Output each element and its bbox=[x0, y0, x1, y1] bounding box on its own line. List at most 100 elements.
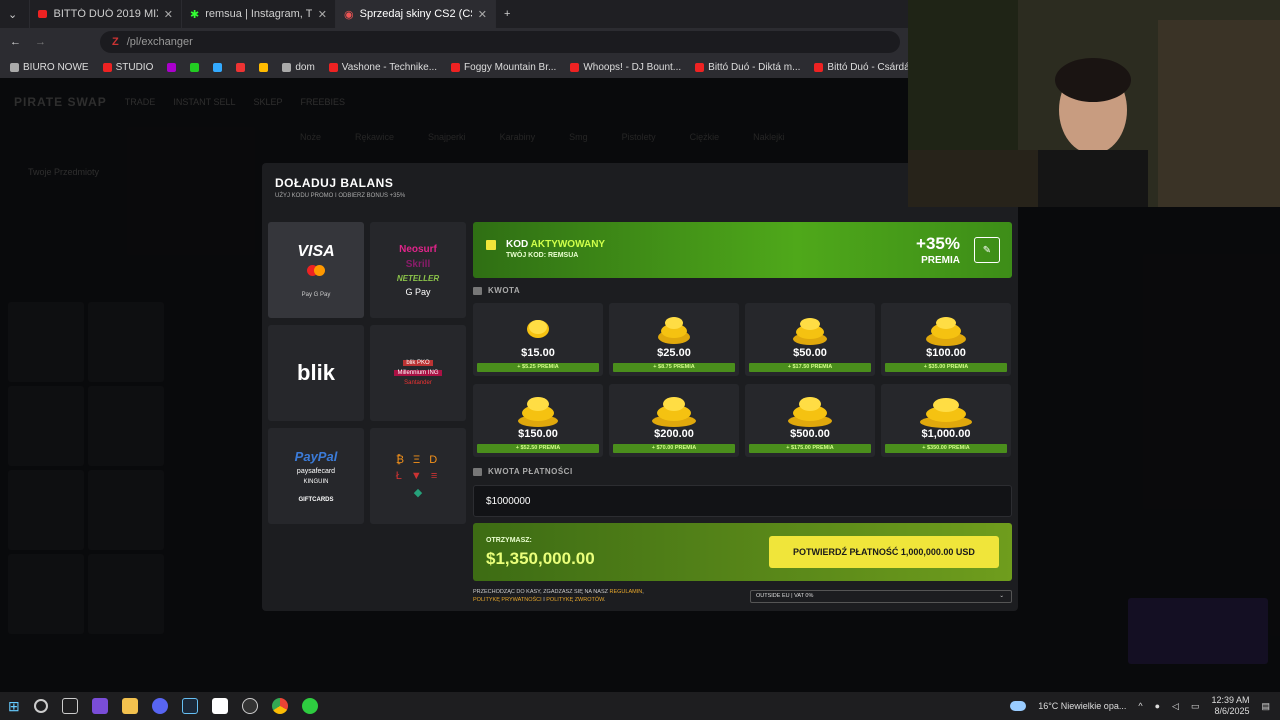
bookmark[interactable]: STUDIO bbox=[102, 62, 153, 73]
neteller-logo: NETELLER bbox=[396, 273, 440, 283]
mastercard-icon bbox=[307, 264, 325, 276]
legal-text: PRZECHODZĄC DO KASY, ZGADZASZ SIĘ NA NAS… bbox=[473, 589, 644, 603]
calendar-icon[interactable] bbox=[211, 698, 228, 714]
url-field[interactable]: Z/pl/exchanger bbox=[100, 31, 900, 53]
amount-bonus: + $350.00 PREMIA bbox=[885, 444, 1007, 453]
neosurf-logo: Neosurf bbox=[399, 243, 437, 255]
paysafecard-logo: paysafecard bbox=[296, 468, 336, 475]
app-icon[interactable] bbox=[301, 698, 318, 714]
start-icon[interactable]: ⊞ bbox=[8, 698, 20, 715]
network-icon[interactable]: ▭ bbox=[1191, 701, 1200, 712]
tab-list-button[interactable]: ⌄ bbox=[0, 0, 30, 28]
bookmark-icon[interactable] bbox=[236, 62, 246, 72]
tab-exchanger[interactable]: ◉ Sprzedaj skiny CS2 (CS:GO) | N ✕ bbox=[336, 0, 496, 28]
bookmark-icon[interactable] bbox=[259, 62, 269, 72]
tab-title: remsua | Instagram, TikTok, Twi bbox=[205, 8, 312, 20]
amount-option[interactable]: $100.00 + $35.00 PREMIA bbox=[881, 303, 1011, 376]
tab-linktree[interactable]: ✱ remsua | Instagram, TikTok, Twi ✕ bbox=[182, 0, 336, 28]
gpay-logo: G Pay bbox=[405, 286, 431, 297]
amount-option[interactable]: $25.00 + $8.75 PREMIA bbox=[609, 303, 739, 376]
payment-amount-section-title: KWOTA PŁATNOŚCI bbox=[473, 467, 573, 476]
payment-amount-input[interactable]: $1000000 bbox=[473, 485, 1012, 517]
coins-icon bbox=[793, 318, 827, 345]
payment-method-blik[interactable]: blik bbox=[268, 325, 364, 421]
chevron-up-icon[interactable]: ^ bbox=[1138, 701, 1142, 711]
blik-logo: blik bbox=[297, 360, 335, 385]
linktree-icon: ✱ bbox=[190, 8, 200, 21]
coins-icon bbox=[518, 397, 558, 427]
back-icon[interactable]: ← bbox=[10, 36, 21, 48]
chevron-down-icon: ⌄ bbox=[999, 593, 1004, 599]
payment-method-neosurf[interactable]: Neosurf Skrill NETELLER G Pay bbox=[370, 222, 466, 318]
discord-icon[interactable] bbox=[151, 698, 168, 714]
chrome-icon[interactable] bbox=[271, 698, 288, 714]
amount-option[interactable]: $200.00 + $70.00 PREMIA bbox=[609, 384, 739, 457]
weather-text[interactable]: 16°C Niewielkie opa... bbox=[1038, 701, 1126, 711]
terms-link[interactable]: REGULAMIN bbox=[610, 589, 643, 595]
edit-code-icon[interactable]: ✎ bbox=[974, 237, 1000, 263]
clock[interactable]: 12:39 AM 8/6/2025 bbox=[1211, 695, 1249, 717]
payment-method-banks[interactable]: blik PKO Millennium ING Santander bbox=[370, 325, 466, 421]
amount-option[interactable]: $15.00 + $5.25 PREMIA bbox=[473, 303, 603, 376]
amount-bonus: + $5.25 PREMIA bbox=[477, 363, 599, 372]
amount-value: $15.00 bbox=[521, 347, 555, 359]
bookmark[interactable]: Whoops! - DJ Bount... bbox=[570, 62, 681, 73]
youtube-icon bbox=[38, 10, 48, 18]
coins-icon bbox=[788, 397, 832, 427]
refund-link[interactable]: POLITYKĘ ZWROTÓW bbox=[546, 597, 604, 603]
paypal-logo: PayPal bbox=[294, 449, 338, 464]
bookmark-icon[interactable] bbox=[213, 62, 223, 72]
amount-option[interactable]: $150.00 + $52.50 PREMIA bbox=[473, 384, 603, 457]
close-icon[interactable]: ✕ bbox=[164, 8, 173, 21]
amount-value: $1,000.00 bbox=[921, 428, 971, 440]
forward-icon[interactable]: → bbox=[35, 36, 46, 48]
amount-bonus: + $17.50 PREMIA bbox=[749, 363, 871, 372]
task-view-icon[interactable] bbox=[61, 698, 78, 714]
bookmark[interactable]: Foggy Mountain Br... bbox=[451, 62, 556, 73]
kinguin-logo: KINGUIN bbox=[303, 479, 329, 485]
amount-option[interactable]: $1,000.00 + $350.00 PREMIA bbox=[881, 384, 1011, 457]
system-tray: 16°C Niewielkie opa... ^ ● ◁ ▭ 12:39 AM … bbox=[1010, 692, 1270, 720]
payment-method-visa[interactable]: VISA Pay G Pay bbox=[268, 222, 364, 318]
new-tab-button[interactable]: + bbox=[496, 0, 518, 28]
receive-label: OTRZYMASZ: bbox=[486, 537, 532, 544]
amount-option[interactable]: $50.00 + $17.50 PREMIA bbox=[745, 303, 875, 376]
wallet-icon bbox=[473, 286, 482, 295]
amount-bonus: + $52.50 PREMIA bbox=[477, 444, 599, 453]
notifications-icon[interactable]: ▤ bbox=[1261, 701, 1270, 712]
folder-icon[interactable] bbox=[121, 698, 138, 714]
bookmark[interactable]: dom bbox=[282, 62, 315, 73]
volume-icon[interactable]: ◁ bbox=[1172, 701, 1179, 712]
tab-title: Sprzedaj skiny CS2 (CS:GO) | N bbox=[359, 8, 472, 20]
tab-youtube[interactable]: BITTÓ DUÓ 2019 MIX IRIGYEIM ✕ bbox=[30, 0, 182, 28]
amount-option[interactable]: $500.00 + $175.00 PREMIA bbox=[745, 384, 875, 457]
modal-title: DOŁADUJ BALANS bbox=[275, 176, 394, 190]
obs-icon[interactable] bbox=[241, 698, 258, 714]
promo-code: TWÓJ KOD: REMSUA bbox=[506, 252, 579, 259]
payment-method-paypal[interactable]: PayPal paysafecard KINGUIN GIFTCARDS bbox=[268, 428, 364, 524]
crypto-icons: ₿ Ξ D bbox=[395, 453, 441, 466]
coins-icon bbox=[926, 317, 966, 346]
bookmark[interactable]: BIURO NOWE bbox=[10, 62, 89, 73]
skrill-logo: Skrill bbox=[405, 258, 431, 270]
search-icon[interactable] bbox=[33, 699, 48, 713]
close-icon[interactable]: ✕ bbox=[478, 8, 487, 21]
coins-icon bbox=[658, 317, 690, 344]
modal-subtitle: UŻYJ KODU PROMO I ODBIERZ BONUS +35% bbox=[275, 193, 406, 199]
bookmark[interactable]: Bittó Duó - Csárdás... bbox=[814, 62, 923, 73]
close-icon[interactable]: ✕ bbox=[318, 8, 327, 21]
bookmark-icon[interactable] bbox=[167, 62, 177, 72]
confirm-payment-button[interactable]: POTWIERDŹ PŁATNOŚĆ 1,000,000.00 USD bbox=[769, 536, 999, 568]
bookmark[interactable]: Bittó Duó - Diktá m... bbox=[695, 62, 800, 73]
app-icon[interactable] bbox=[91, 698, 108, 714]
bookmark[interactable]: Vashone - Technike... bbox=[328, 62, 437, 73]
bookmark-icon[interactable] bbox=[190, 62, 200, 72]
payment-method-crypto[interactable]: ₿ Ξ D Ł ▼ ≡ ◆ bbox=[370, 428, 466, 524]
bank-logos: blik PKO bbox=[403, 360, 433, 366]
steam-icon[interactable] bbox=[181, 698, 198, 714]
receive-value: $1,350,000.00 bbox=[486, 549, 595, 568]
privacy-link[interactable]: POLITYKĘ PRYWATNOŚCI bbox=[473, 597, 542, 603]
vat-select[interactable]: OUTSIDE EU | VAT 0% ⌄ bbox=[750, 590, 1012, 603]
amount-value: $500.00 bbox=[790, 428, 830, 440]
mic-icon[interactable]: ● bbox=[1155, 701, 1160, 711]
